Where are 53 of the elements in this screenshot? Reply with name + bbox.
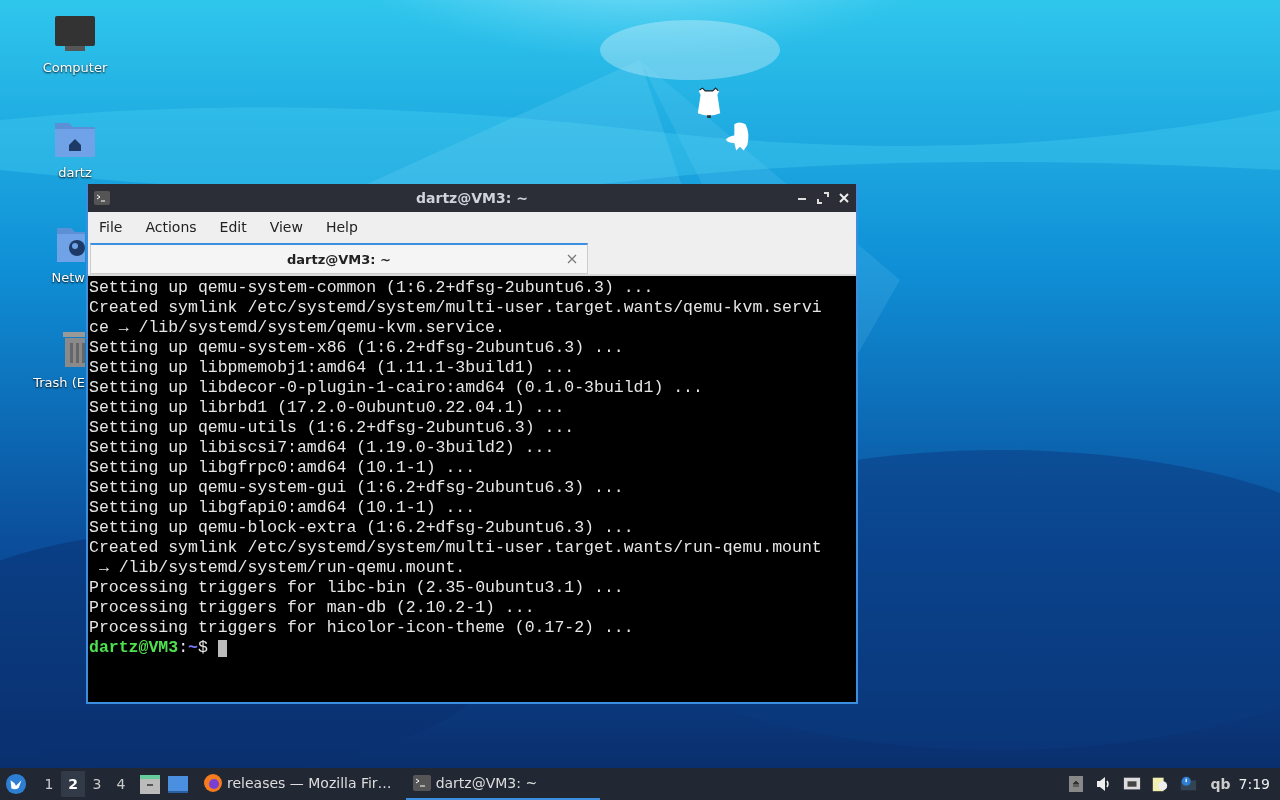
output-line: Processing triggers for libc-bin (2.35-0ubuntu3.1) ... [89,578,624,598]
output-line: → /lib/systemd/system/run-qemu.mount. [97,558,466,578]
text-cursor [217,639,227,657]
output-line: Setting up qemu-system-x86 (1:6.2+dfsg-2ubuntu6.3) ... [89,338,624,358]
icon-label: Trash (E [33,375,85,390]
menu-item[interactable]: File [90,215,132,239]
icon-label: dartz [58,165,92,180]
clipboard-icon[interactable] [1150,775,1169,793]
icon-label: Netw [51,270,85,285]
window-title: dartz@VM3: ~ [416,190,528,206]
desktop-icon[interactable] [167,773,189,795]
notification-icon[interactable] [1178,775,1197,793]
output-line: Setting up qemu-utils (1:6.2+dfsg-2ubuntu6.3) ... [89,418,575,438]
output-line: Setting up libgfapi0:amd64 (10.1-1) ... [89,498,476,518]
output-line: Setting up qemu-system-common (1:6.2+dfsg-2ubuntu6.3) ... [89,278,654,298]
workspace-button[interactable]: 3 [85,771,109,797]
monitor-icon[interactable] [53,14,97,54]
output-line: Created symlink /etc/systemd/system/multi-user.target.wants/qemu-kvm.servi [89,298,822,318]
tray-label[interactable]: qb [1210,776,1231,792]
output-line: Processing triggers for man-db (2.10.2-1) ... [89,598,535,618]
output-line: ce → /lib/systemd/system/qemu-kvm.service. [89,318,505,338]
output-line: Setting up librbd1 (17.2.0-0ubuntu0.22.04.1) ... [89,398,565,418]
workspace-button[interactable]: 2 [61,771,85,797]
output-line: Setting up libiscsi7:amd64 (1.19.0-3build2) ... [89,438,555,458]
terminal-tab[interactable]: dartz@VM3: ~ [90,243,588,274]
output-line: Setting up qemu-system-gui (1:6.2+dfsg-2ubuntu6.3) ... [89,478,624,498]
menu-item[interactable]: Edit [210,215,256,239]
output-line: Setting up libpmemobj1:amd64 (1.11.1-3build1) ... [89,358,575,378]
output-line: Processing triggers for hicolor-icon-theme (0.17-2) ... [89,618,634,638]
task-button[interactable]: dartz@VM3: ~ [405,768,600,800]
clock[interactable]: 7:19 [1238,776,1270,792]
output-line: Created symlink /etc/systemd/system/multi-user.target.wants/run-qemu.mount [89,538,822,558]
file-cabinet-icon[interactable] [139,773,161,795]
task-button[interactable]: releases — Mozilla Fir… [197,768,398,800]
prompt-path: ~ [188,638,198,658]
eject-icon[interactable] [1066,775,1085,793]
terminal-icon [94,191,110,205]
prompt-separator: : [178,638,189,658]
tab-label: dartz@VM3: ~ [287,251,391,267]
prompt-symbol: $ [197,638,208,658]
output-line: Setting up qemu-block-extra (1:6.2+dfsg-2ubuntu6.3) ... [89,518,634,538]
workspace-button[interactable]: 4 [109,771,133,797]
prompt-user-host: dartz@VM3 [89,638,179,658]
maximize-icon[interactable] [817,192,829,204]
menu-item[interactable]: View [260,215,312,239]
workspace-button[interactable]: 1 [37,771,61,797]
output-line: Setting up libdecor-0-plugin-1-cairo:amd64 (0.1.0-3build1) ... [89,378,703,398]
terminal-icon [411,773,432,793]
bird-logo-icon[interactable] [5,773,27,795]
menu-item[interactable]: Help [316,215,367,239]
menu-item[interactable]: Actions [136,215,206,239]
output-line: Setting up libgfrpc0:amd64 (10.1-1) ... [89,458,476,478]
icon-label: Computer [42,60,108,75]
